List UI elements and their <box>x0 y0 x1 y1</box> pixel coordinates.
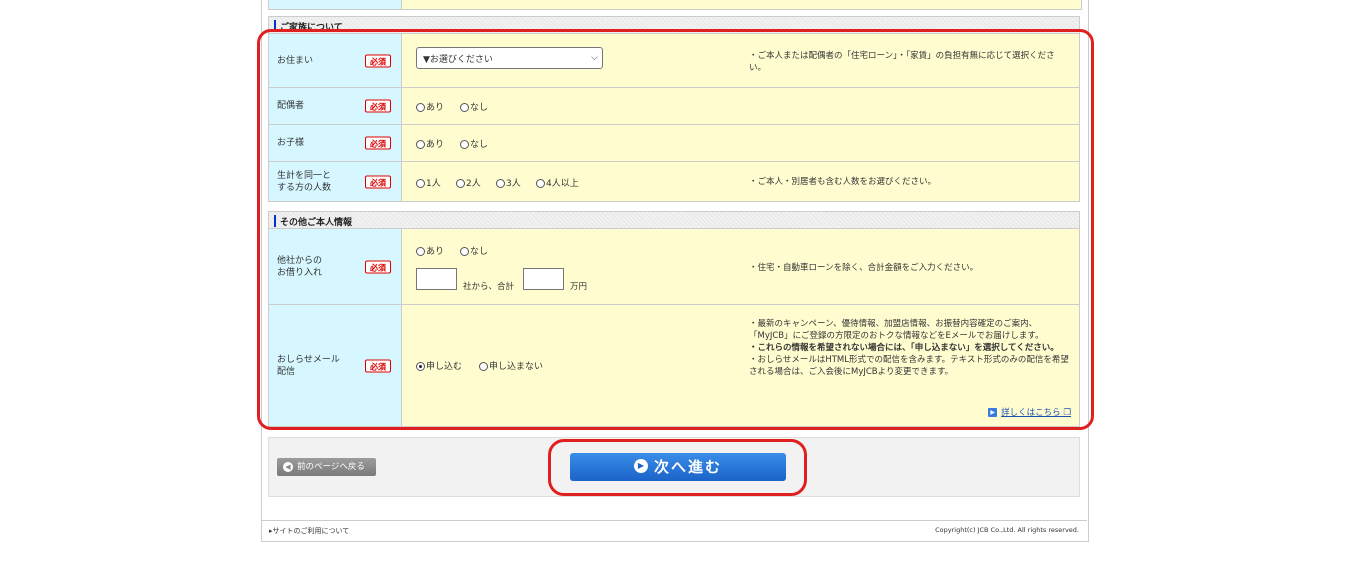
highlight-form-frame <box>257 29 1094 430</box>
copyright: Copyright(c) JCB Co.,Ltd. All rights res… <box>935 526 1079 534</box>
highlight-next-frame <box>548 439 807 496</box>
back-button[interactable]: ◀ 前のページへ戻る <box>277 458 376 476</box>
footer: ▸サイトのご利用について Copyright(c) JCB Co.,Ltd. A… <box>261 520 1087 541</box>
arrow-left-icon: ◀ <box>283 462 293 472</box>
previous-section-row <box>268 0 1082 10</box>
site-usage-link[interactable]: ▸サイトのご利用について <box>269 526 349 536</box>
